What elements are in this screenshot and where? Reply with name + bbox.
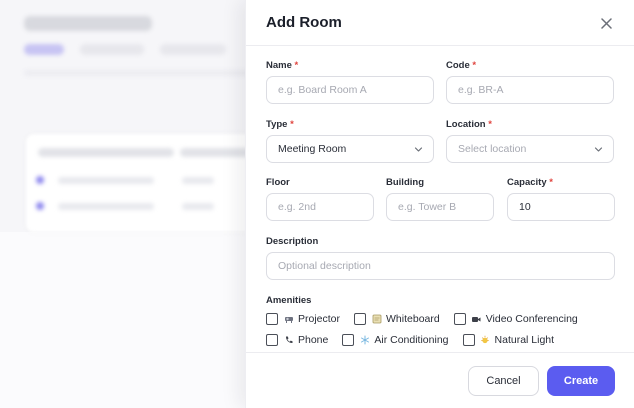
floor-input[interactable]: e.g. 2nd: [266, 193, 374, 221]
required-marker: *: [488, 119, 492, 130]
required-marker: *: [290, 119, 294, 130]
background-row-dot: [36, 202, 44, 210]
drawer-header: Add Room: [246, 0, 634, 46]
background-row-cell: [182, 177, 214, 184]
amenity-checkbox[interactable]: [462, 334, 475, 346]
background-row-cell: [182, 203, 214, 210]
create-button[interactable]: Create: [547, 366, 615, 396]
cancel-button[interactable]: Cancel: [468, 366, 539, 396]
background-subtitle-placeholder: [24, 70, 254, 76]
amenity-projector[interactable]: Projector: [266, 313, 340, 325]
capacity-input[interactable]: 10: [507, 193, 615, 221]
amenity-label: Phone: [298, 334, 329, 346]
building-input[interactable]: e.g. Tower B: [386, 193, 494, 221]
name-input[interactable]: e.g. Board Room A: [266, 76, 434, 104]
close-button[interactable]: [596, 13, 616, 33]
description-input[interactable]: Optional description: [266, 252, 615, 280]
background-table-header: [38, 148, 174, 157]
background-tab: [80, 44, 144, 55]
code-input[interactable]: e.g. BR-A: [446, 76, 614, 104]
chevron-down-icon: [594, 147, 603, 152]
background-row-dot: [36, 176, 44, 184]
amenity-air-conditioning[interactable]: Air Conditioning: [342, 334, 449, 346]
name-placeholder: e.g. Board Room A: [278, 84, 367, 96]
type-select[interactable]: Meeting Room: [266, 135, 434, 163]
amenities-row: Phone Air Conditioning Natural Light: [266, 334, 568, 346]
drawer-footer: Cancel Create: [246, 352, 634, 408]
amenity-checkbox[interactable]: [453, 313, 466, 325]
building-placeholder: e.g. Tower B: [398, 201, 457, 213]
amenity-checkbox[interactable]: [266, 313, 278, 325]
background-title-placeholder: [24, 16, 152, 31]
required-marker: *: [549, 177, 553, 188]
whiteboard-icon: [371, 314, 382, 325]
sun-icon: [480, 335, 491, 346]
type-selected-value: Meeting Room: [278, 143, 347, 155]
location-label: Location *: [446, 119, 492, 130]
description-placeholder: Optional description: [278, 260, 371, 272]
code-label: Code *: [446, 60, 477, 71]
floor-placeholder: e.g. 2nd: [278, 201, 316, 213]
capacity-label: Capacity *: [507, 177, 553, 188]
location-select[interactable]: Select location: [446, 135, 614, 163]
amenity-label: Natural Light: [494, 334, 555, 346]
background-row-cell: [58, 177, 154, 184]
name-label: Name *: [266, 60, 299, 71]
projector-icon: [283, 314, 294, 325]
amenity-whiteboard[interactable]: Whiteboard: [354, 313, 440, 325]
background-row-cell: [58, 203, 154, 210]
capacity-value: 10: [519, 201, 531, 213]
video-camera-icon: [471, 314, 482, 325]
code-placeholder: e.g. BR-A: [458, 84, 504, 96]
amenity-video-conferencing[interactable]: Video Conferencing: [453, 313, 578, 325]
snowflake-icon: [359, 335, 370, 346]
chevron-down-icon: [414, 147, 423, 152]
required-marker: *: [294, 60, 299, 71]
amenities-label: Amenities: [266, 295, 312, 306]
type-label: Type *: [266, 119, 294, 130]
description-label: Description: [266, 236, 319, 247]
amenity-label: Air Conditioning: [374, 334, 449, 346]
location-placeholder: Select location: [458, 143, 527, 155]
amenity-checkbox[interactable]: [342, 334, 355, 346]
building-label: Building: [386, 177, 424, 188]
drawer-title: Add Room: [266, 14, 342, 31]
phone-icon: [283, 335, 294, 346]
floor-label: Floor: [266, 177, 290, 188]
background-tab-active: [24, 44, 64, 55]
amenities-row: Projector Whiteboard Video Conferencing: [266, 313, 592, 325]
close-icon: [600, 17, 612, 29]
background-tab: [160, 44, 226, 55]
required-marker: *: [472, 60, 477, 71]
background-table-header: [180, 148, 250, 157]
amenity-natural-light[interactable]: Natural Light: [462, 334, 555, 346]
amenity-checkbox[interactable]: [266, 334, 278, 346]
amenity-label: Projector: [298, 313, 341, 325]
amenity-label: Whiteboard: [386, 313, 440, 325]
amenity-checkbox[interactable]: [354, 313, 367, 325]
add-room-drawer: Add Room Name * e.g. Board Room A Code *…: [245, 0, 634, 408]
amenity-label: Video Conferencing: [485, 313, 578, 325]
amenity-phone[interactable]: Phone: [266, 334, 328, 346]
